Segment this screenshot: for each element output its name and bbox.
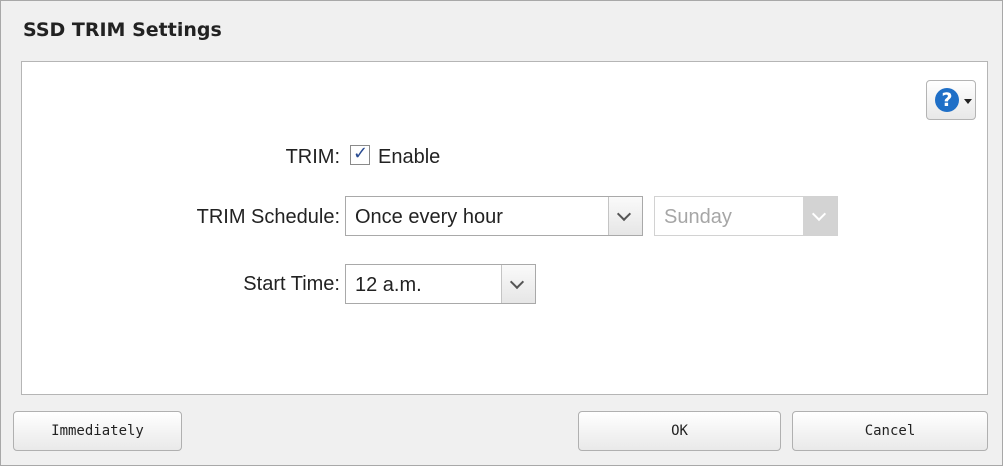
chevron-down-icon: [509, 274, 525, 290]
trim-schedule-label: TRIM Schedule:: [196, 206, 340, 228]
ssd-trim-dialog: SSD TRIM Settings ? TRIM: ✓ Enable TRIM …: [0, 0, 1003, 466]
enable-label[interactable]: Enable: [378, 146, 440, 169]
dialog-title: SSD TRIM Settings: [23, 19, 222, 41]
schedule-dropdown-button[interactable]: [608, 197, 642, 235]
settings-panel: ? TRIM: ✓ Enable TRIM Schedule: Once eve…: [21, 61, 988, 395]
day-select: Sunday: [654, 196, 838, 236]
trim-schedule-select[interactable]: Once every hour: [345, 196, 643, 236]
chevron-down-icon: [616, 206, 632, 222]
immediately-button[interactable]: Immediately: [13, 411, 182, 451]
checkmark-icon: ✓: [353, 143, 369, 164]
caret-down-icon: [964, 99, 972, 104]
trim-schedule-value: Once every hour: [355, 206, 503, 228]
day-value: Sunday: [664, 206, 732, 228]
trim-label: TRIM:: [285, 146, 340, 168]
ok-button[interactable]: OK: [578, 411, 781, 451]
start-time-value: 12 a.m.: [355, 274, 422, 296]
start-time-dropdown-button[interactable]: [501, 265, 535, 303]
chevron-down-icon: [811, 206, 827, 222]
cancel-button[interactable]: Cancel: [792, 411, 988, 451]
day-dropdown-button: [803, 197, 837, 235]
help-button[interactable]: ?: [926, 80, 976, 120]
dialog-titlebar: SSD TRIM Settings: [1, 1, 1002, 61]
enable-checkbox[interactable]: ✓: [350, 143, 370, 165]
start-time-select[interactable]: 12 a.m.: [345, 264, 536, 304]
help-icon: ?: [935, 88, 959, 112]
start-time-label: Start Time:: [243, 273, 340, 295]
